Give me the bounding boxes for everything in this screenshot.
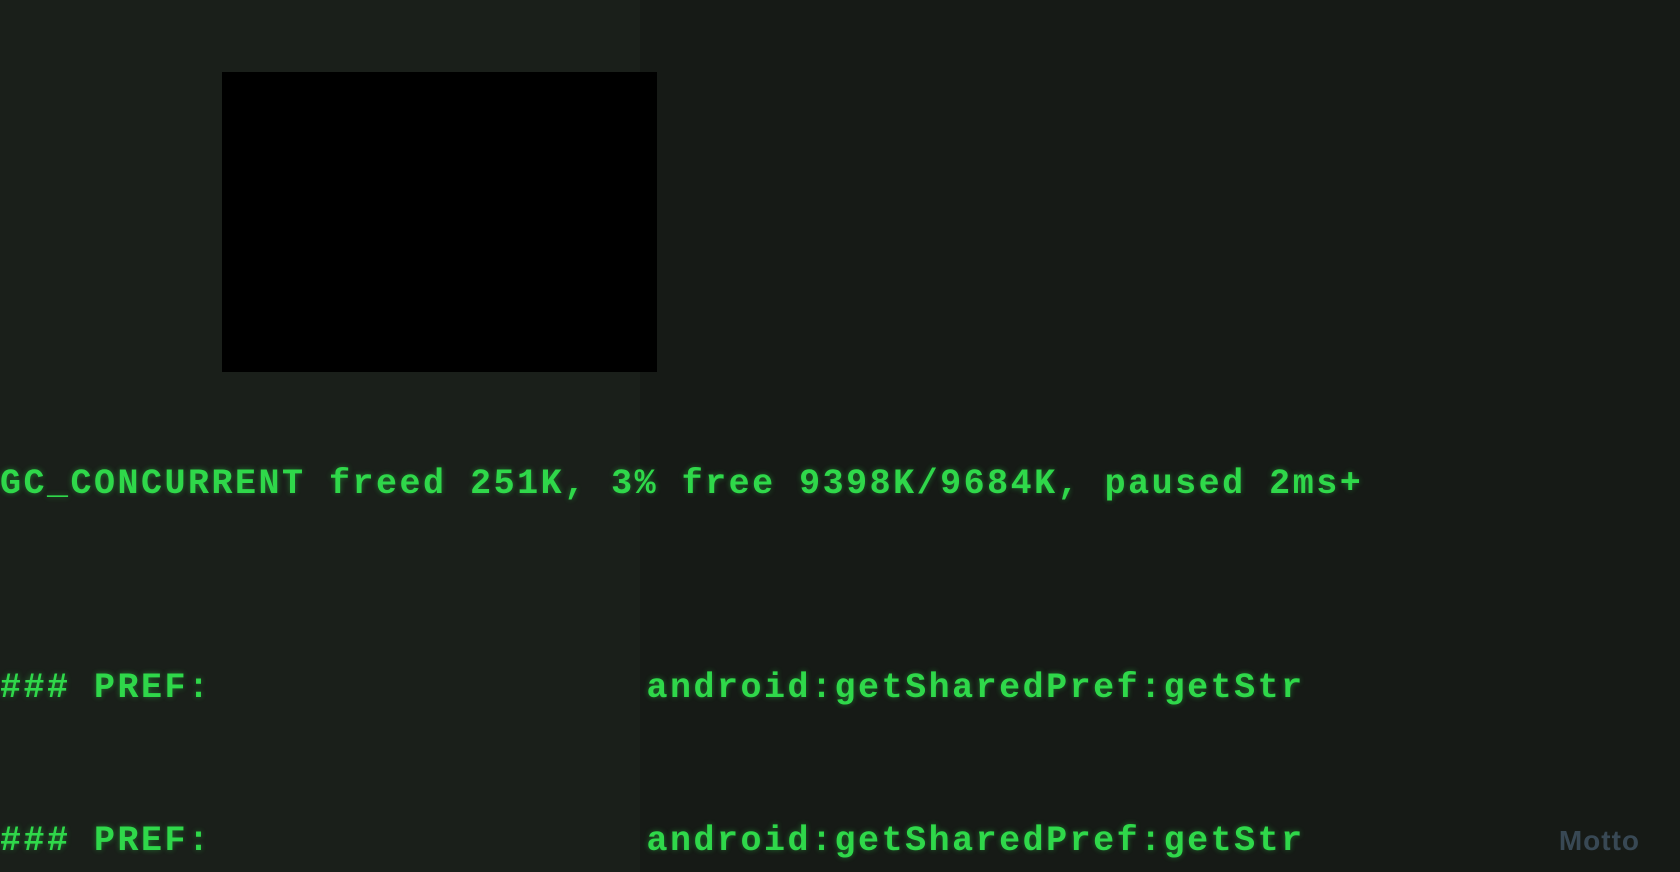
terminal-output[interactable]: , GC_CONCURRENT freed 251K, 3% free 9398… — [0, 0, 1680, 872]
redaction-block — [222, 72, 657, 372]
pref-prefix: ### PREF: — [0, 668, 212, 708]
pref-suffix: android:getSharedPref:getStr — [647, 821, 1305, 861]
log-line-pref: ### PREF: android:getSharedPref:getStr — [0, 663, 1680, 714]
pref-suffix: android:getSharedPref:getStr — [647, 668, 1305, 708]
log-line-pref: ### PREF: android:getSharedPref:getStr — [0, 816, 1680, 867]
log-line-gc: GC_CONCURRENT freed 251K, 3% free 9398K/… — [0, 459, 1680, 510]
pref-prefix: ### PREF: — [0, 821, 212, 861]
